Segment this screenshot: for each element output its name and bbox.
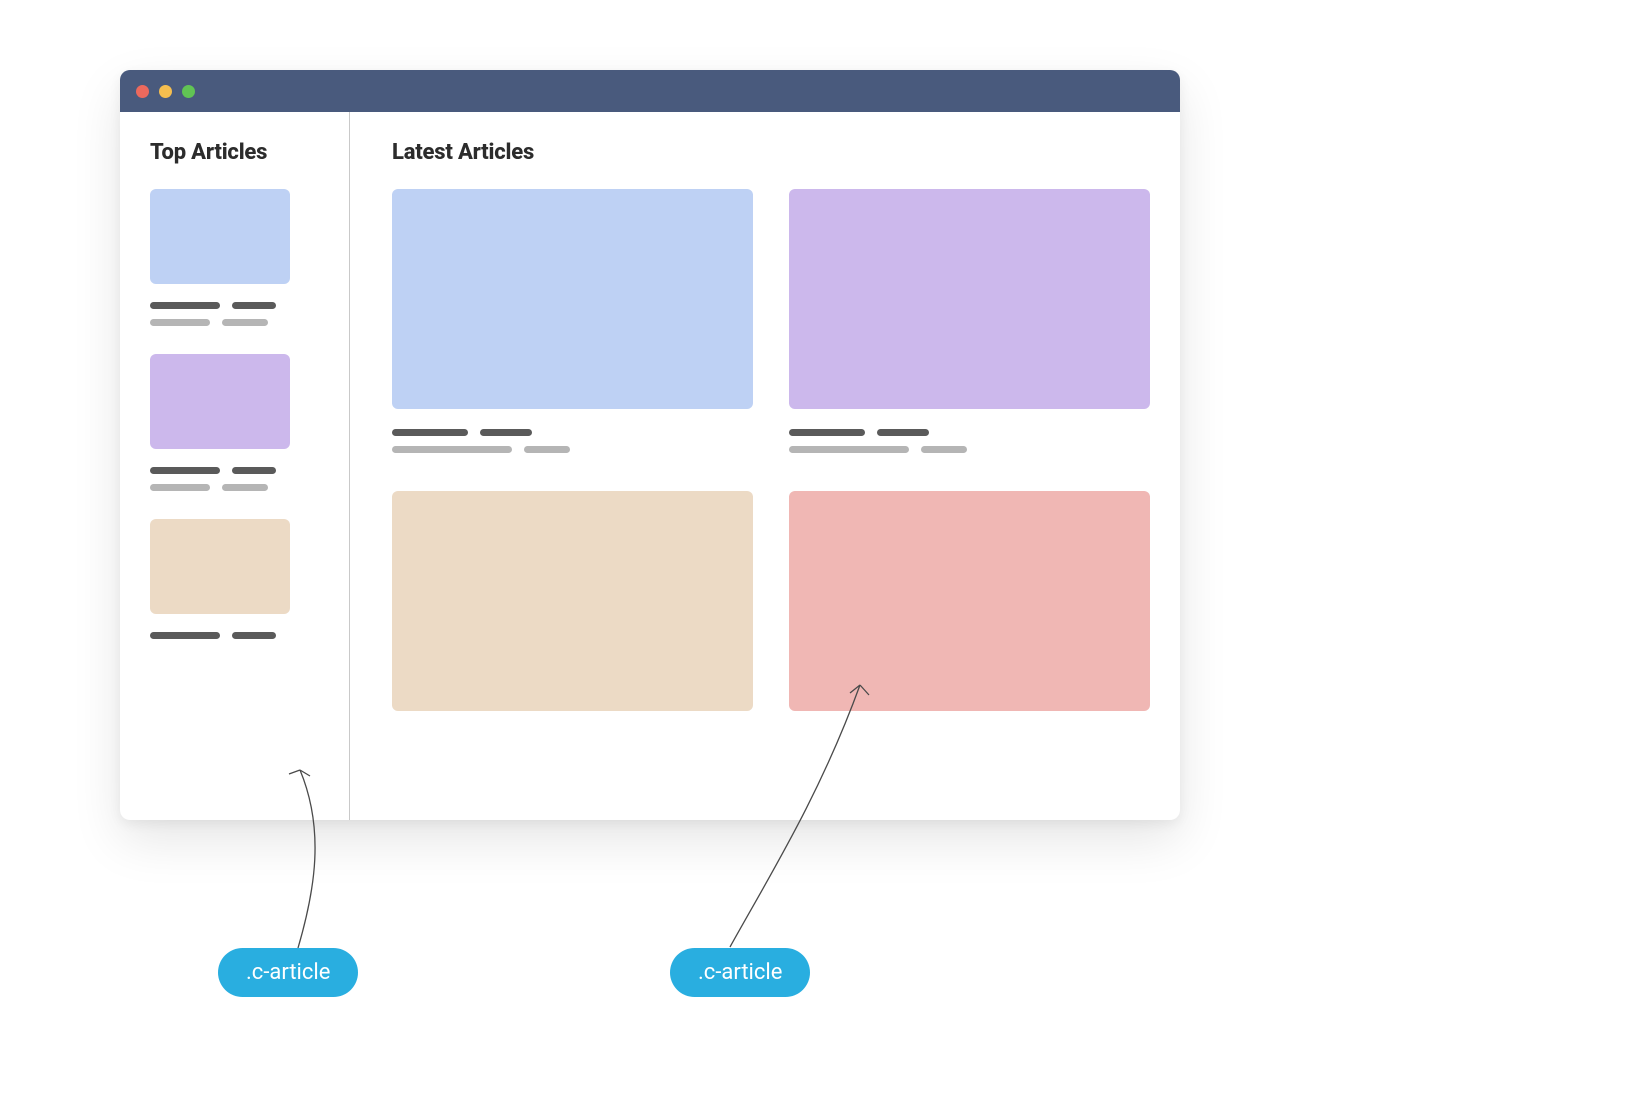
article-thumbnail: [150, 354, 290, 449]
article-thumbnail: [789, 189, 1150, 409]
annotation-label-right: .c-article: [670, 948, 810, 997]
article-thumbnail: [150, 189, 290, 284]
article-text-placeholder: [789, 429, 1150, 453]
main-title: Latest Articles: [392, 140, 1150, 165]
article-text-placeholder: [392, 429, 753, 453]
article-thumbnail: [392, 491, 753, 711]
browser-window: Top Articles: [120, 70, 1180, 820]
grid-article[interactable]: [392, 189, 753, 453]
window-titlebar: [120, 70, 1180, 112]
grid-article[interactable]: [789, 189, 1150, 453]
article-grid: [392, 189, 1150, 711]
window-minimize-dot[interactable]: [159, 85, 172, 98]
sidebar-title: Top Articles: [150, 140, 319, 165]
grid-article[interactable]: [392, 491, 753, 711]
article-thumbnail: [392, 189, 753, 409]
article-thumbnail: [150, 519, 290, 614]
article-text-placeholder: [150, 632, 319, 639]
article-thumbnail: [789, 491, 1150, 711]
sidebar-article[interactable]: [150, 519, 319, 639]
main-section: Latest Articles: [350, 112, 1180, 820]
article-text-placeholder: [150, 302, 319, 326]
sidebar-article[interactable]: [150, 354, 319, 491]
sidebar-article[interactable]: [150, 189, 319, 326]
diagram-canvas: Top Articles: [0, 0, 1628, 1116]
grid-article[interactable]: [789, 491, 1150, 711]
window-zoom-dot[interactable]: [182, 85, 195, 98]
window-content: Top Articles: [120, 112, 1180, 820]
window-close-dot[interactable]: [136, 85, 149, 98]
annotation-label-left: .c-article: [218, 948, 358, 997]
sidebar: Top Articles: [120, 112, 350, 820]
article-text-placeholder: [150, 467, 319, 491]
